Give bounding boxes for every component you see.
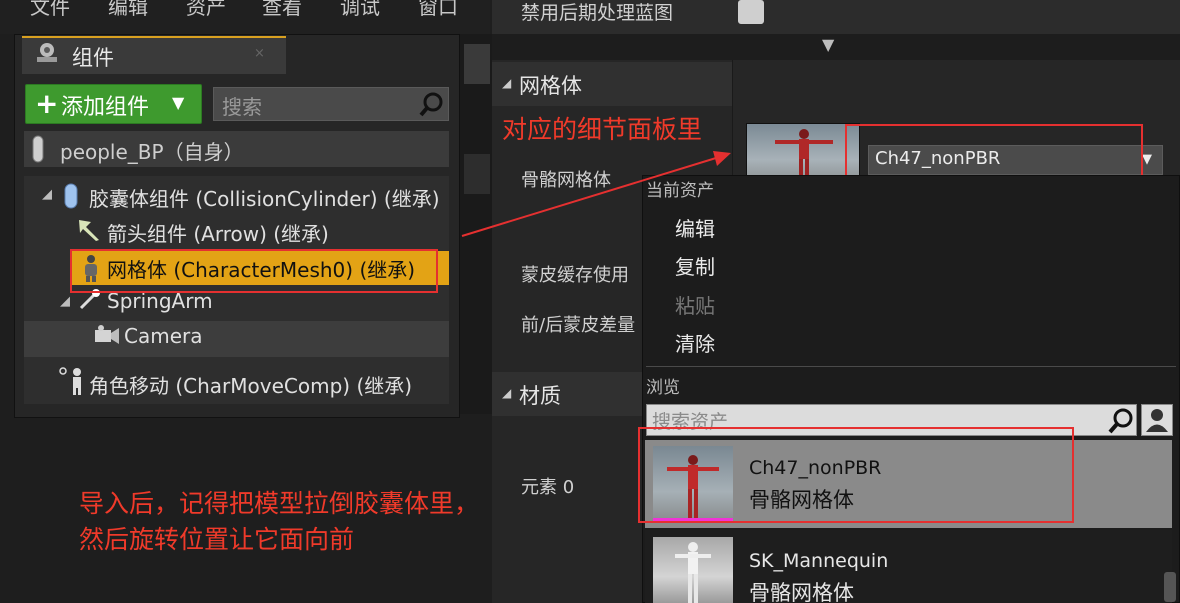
camera-icon <box>95 325 119 344</box>
add-component-label: 添加组件 <box>61 95 150 120</box>
category-mesh-label: 网格体 <box>519 74 582 98</box>
property-label-element: 元素 0 <box>521 477 575 498</box>
chevron-down-icon: ▼ <box>172 93 185 112</box>
expand-arrow-icon[interactable]: ◢ <box>60 294 70 309</box>
tree-item-capsule[interactable]: 胶囊体组件 (CollisionCylinder) (继承) <box>89 183 440 212</box>
menu-debug[interactable]: 调试 <box>340 0 380 20</box>
tree-item-arrow[interactable]: 箭头组件 (Arrow) (继承) <box>107 218 329 247</box>
property-label-postprocess: 禁用后期处理蓝图 <box>521 2 674 24</box>
advanced-collapse-bar[interactable] <box>492 34 1180 60</box>
menu-item-paste: 粘贴 <box>675 294 715 318</box>
category-material-label: 材质 <box>519 384 561 408</box>
menu-section-current: 当前资产 <box>646 181 714 201</box>
mannequin-figure-icon <box>675 542 711 603</box>
tab-components-label: 组件 <box>72 46 114 70</box>
highlight-box-asset <box>638 427 1074 523</box>
character-movement-icon <box>59 367 81 395</box>
components-icon <box>37 43 57 62</box>
collapse-arrow-icon[interactable]: ◢ <box>502 386 511 400</box>
close-icon[interactable]: × <box>254 46 265 61</box>
menu-section-browse: 浏览 <box>646 378 680 398</box>
toolbar-chip[interactable] <box>464 154 490 194</box>
component-self-label: people_BP（自身） <box>60 140 244 164</box>
asset-type: 骨骼网格体 <box>749 581 854 603</box>
capsule-icon <box>64 183 78 209</box>
menu-divider <box>646 366 1176 367</box>
chevron-down-icon[interactable]: ▼ <box>1142 152 1152 167</box>
annotation-import-note-line1: 导入后，记得把模型拉倒胶囊体里， <box>79 489 480 518</box>
menubar: 文件 编辑 资产 查看 调试 窗口 <box>0 0 490 34</box>
menu-view[interactable]: 查看 <box>262 0 302 20</box>
tree-item-camera[interactable]: Camera <box>124 324 203 348</box>
menu-item-clear[interactable]: 清除 <box>675 328 715 357</box>
plus-icon: + <box>35 87 59 120</box>
property-label-skin-cache: 蒙皮缓存使用 <box>521 265 629 286</box>
tab-components[interactable] <box>22 36 286 74</box>
menu-edit[interactable]: 编辑 <box>108 0 148 20</box>
menu-window[interactable]: 窗口 <box>418 0 458 20</box>
toolbar-chip[interactable] <box>464 44 490 84</box>
expand-arrow-icon[interactable]: ◢ <box>42 187 52 202</box>
menu-item-edit[interactable]: 编辑 <box>675 213 715 242</box>
expand-advanced-icon[interactable]: ▼ <box>822 35 834 54</box>
component-search-placeholder: 搜索 <box>222 95 262 119</box>
asset-thumbnail <box>653 537 733 603</box>
viewport-strip <box>460 34 494 414</box>
asset-name: SK_Mannequin <box>749 550 889 572</box>
search-icon[interactable] <box>418 90 446 118</box>
menu-file[interactable]: 文件 <box>30 0 70 20</box>
component-row-camera[interactable] <box>24 321 449 357</box>
user-icon <box>1146 409 1168 432</box>
arrow-component-icon <box>79 220 99 241</box>
tree-item-charmove[interactable]: 角色移动 (CharMoveComp) (继承) <box>89 370 412 399</box>
search-icon[interactable] <box>1106 405 1136 435</box>
collapse-arrow-icon[interactable]: ◢ <box>502 76 511 90</box>
menu-item-copy[interactable]: 复制 <box>675 251 715 280</box>
category-material[interactable] <box>492 372 642 416</box>
property-label-skeletal-mesh: 骨骼网格体 <box>521 170 611 191</box>
property-label-morph: 前/后蒙皮差量 <box>521 315 636 336</box>
scrollbar-thumb[interactable] <box>1164 572 1176 602</box>
menu-asset[interactable]: 资产 <box>186 0 226 20</box>
annotation-import-note-line2: 然后旋转位置让它面向前 <box>79 525 355 554</box>
postprocess-checkbox[interactable] <box>738 0 764 24</box>
highlight-box-mesh <box>70 249 438 293</box>
annotation-details-note: 对应的细节面板里 <box>502 115 703 144</box>
capsule-icon <box>32 135 44 163</box>
asset-filter-button[interactable] <box>1141 404 1173 436</box>
